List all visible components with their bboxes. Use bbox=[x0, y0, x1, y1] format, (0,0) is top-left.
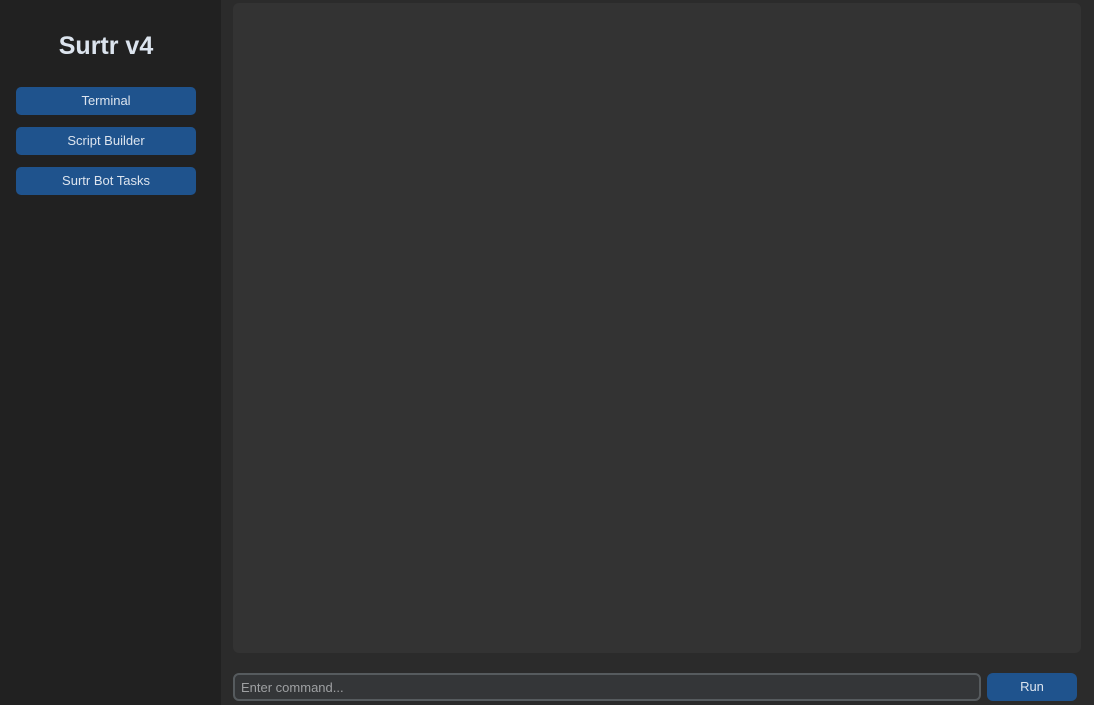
sidebar: Surtr v4 Terminal Script Builder Surtr B… bbox=[0, 0, 221, 705]
app-window: Surtr v4 Terminal Script Builder Surtr B… bbox=[0, 0, 1094, 705]
run-button[interactable]: Run bbox=[987, 673, 1077, 701]
app-title: Surtr v4 bbox=[58, 32, 154, 60]
script-builder-button[interactable]: Script Builder bbox=[16, 127, 196, 155]
terminal-button[interactable]: Terminal bbox=[16, 87, 196, 115]
terminal-output[interactable] bbox=[233, 3, 1081, 653]
command-input[interactable] bbox=[233, 673, 981, 701]
surtr-bot-tasks-button[interactable]: Surtr Bot Tasks bbox=[16, 167, 196, 195]
